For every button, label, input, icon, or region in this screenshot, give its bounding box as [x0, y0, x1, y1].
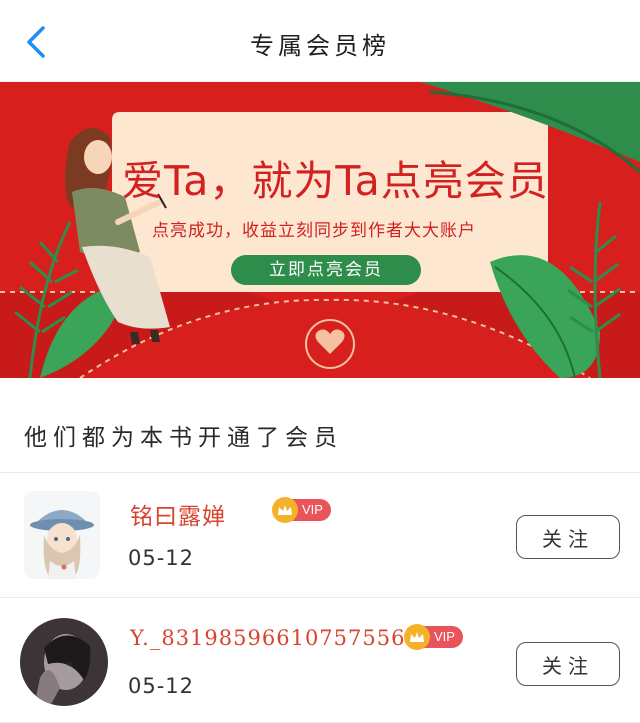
light-up-membership-button[interactable]: 立即点亮会员: [231, 255, 421, 285]
banner-subtitle: 点亮成功，收益立刻同步到作者大大账户: [152, 221, 476, 241]
vip-badge: VIP: [404, 624, 463, 650]
promo-banner[interactable]: 爱Ta，就为Ta点亮会员 点亮成功，收益立刻同步到作者大大账户 立即点亮会员: [0, 82, 640, 378]
follow-button[interactable]: 关注: [516, 642, 620, 686]
vip-badge: VIP: [272, 497, 331, 523]
section-title: 他们都为本书开通了会员: [24, 425, 343, 451]
avatar-image: [20, 618, 108, 706]
avatar-image: [24, 491, 100, 579]
top-nav-bar: 专属会员榜: [0, 0, 640, 82]
member-row[interactable]: 铭曰露婵 VIP 05-12 关注: [0, 473, 640, 598]
banner-headline: 爱Ta，就为Ta点亮会员: [122, 157, 549, 205]
member-date: 05-12: [128, 546, 195, 570]
membership-ranking-page: 专属会员榜 爱Ta，就为Ta点亮会员 点亮成功，收益立刻同步到作者大大账户 立即…: [0, 0, 640, 723]
member-date: 05-12: [128, 674, 195, 698]
member-name[interactable]: 铭曰露婵: [130, 497, 226, 531]
follow-button[interactable]: 关注: [516, 515, 620, 559]
crown-icon: [272, 497, 298, 523]
avatar[interactable]: [24, 491, 100, 579]
crown-icon: [404, 624, 430, 650]
avatar[interactable]: [20, 618, 108, 706]
member-name[interactable]: Y._831985966107575​56: [130, 626, 405, 650]
page-title: 专属会员榜: [250, 32, 390, 60]
member-row[interactable]: Y._831985966107575​56 VIP 05-12 关注: [0, 598, 640, 723]
